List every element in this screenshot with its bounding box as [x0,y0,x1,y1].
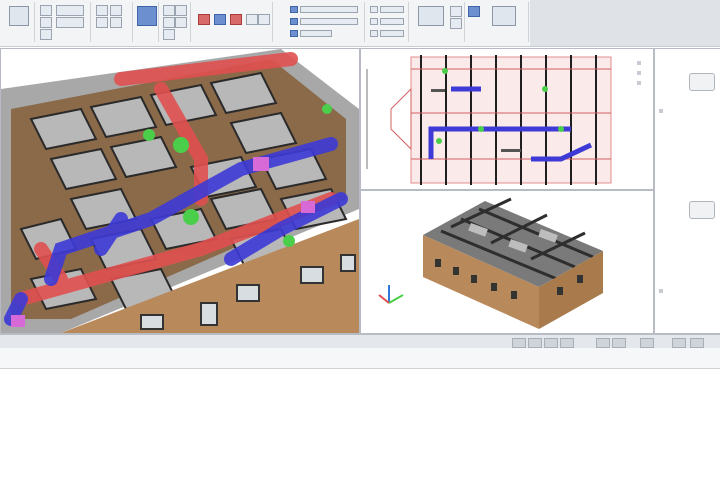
command-line[interactable] [0,348,720,369]
status-bar [0,334,720,349]
small-icon[interactable] [468,6,480,17]
option-icon[interactable] [290,6,298,13]
view-control-icon[interactable] [637,61,641,65]
check-icon[interactable] [370,18,378,25]
scroll-marker [659,289,663,293]
status-toggle[interactable] [560,338,574,348]
scroll-marker [659,109,663,113]
check-icon[interactable] [370,6,378,13]
view-icon[interactable] [163,29,175,40]
fitting-icon[interactable] [246,14,258,25]
return-duct-icon[interactable] [214,14,226,25]
building-iso-drawing [361,191,653,333]
copy-icon[interactable] [96,17,108,28]
ribbon-toolbar [0,0,720,47]
status-toggle[interactable] [612,338,626,348]
view-control-icon[interactable] [637,71,641,75]
rotate-icon[interactable] [110,5,122,16]
ribbon-group-8 [366,2,409,42]
duct-icon[interactable] [137,6,157,26]
check-label[interactable] [380,30,404,37]
status-toggle[interactable] [544,338,558,348]
viewport-3d-left[interactable] [0,48,360,334]
check-label[interactable] [380,18,404,25]
navigation-cube-icon[interactable] [689,73,715,91]
ribbon-group-7 [286,2,365,42]
view-control-icon[interactable] [637,81,641,85]
status-toggle[interactable] [690,338,704,348]
layer-icon[interactable] [40,5,52,16]
export-icon[interactable] [492,6,516,26]
check-label[interactable] [380,6,404,13]
mirror-icon[interactable] [110,17,122,28]
fitting-icon[interactable] [258,14,270,25]
check-icon[interactable] [370,30,378,37]
status-toggle[interactable] [596,338,610,348]
view-icon[interactable] [163,17,175,28]
navigation-cube-icon[interactable] [689,201,715,219]
option-field[interactable] [300,30,332,37]
dropdown-icon[interactable] [56,5,84,16]
ribbon-group-5 [160,2,191,42]
dropdown-icon[interactable] [56,17,84,28]
ribbon-empty-area [530,0,720,46]
view-icon[interactable] [163,5,175,16]
building-3d-closeup [1,49,359,333]
ribbon-group-6 [192,2,273,42]
ribbon-group-3 [92,2,133,42]
status-toggle[interactable] [672,338,686,348]
small-icon[interactable] [450,18,462,29]
supply-duct-icon[interactable] [198,14,210,25]
viewport-iso-model[interactable] [360,190,654,334]
option-field[interactable] [300,6,358,13]
ribbon-group-4 [134,2,159,42]
option-icon[interactable] [290,30,298,37]
ribbon-group-9 [410,2,465,42]
option-icon[interactable] [290,18,298,25]
ribbon-group-10 [466,2,529,42]
pipe-icon[interactable] [230,14,242,25]
viewport-top-plan[interactable] [360,48,654,190]
option-field[interactable] [300,18,358,25]
right-side-panel [654,48,720,334]
home-icon[interactable] [9,6,29,26]
status-toggle[interactable] [640,338,654,348]
match-icon[interactable] [40,29,52,40]
ribbon-group-1 [2,2,35,42]
properties-icon[interactable] [40,17,52,28]
view-icon[interactable] [175,5,187,16]
small-icon[interactable] [450,6,462,17]
status-toggle[interactable] [528,338,542,348]
ribbon-group-2 [36,2,91,42]
render-icon[interactable] [418,6,444,26]
plan-view-drawing [361,49,653,189]
view-icon[interactable] [175,17,187,28]
move-icon[interactable] [96,5,108,16]
status-toggle[interactable] [512,338,526,348]
